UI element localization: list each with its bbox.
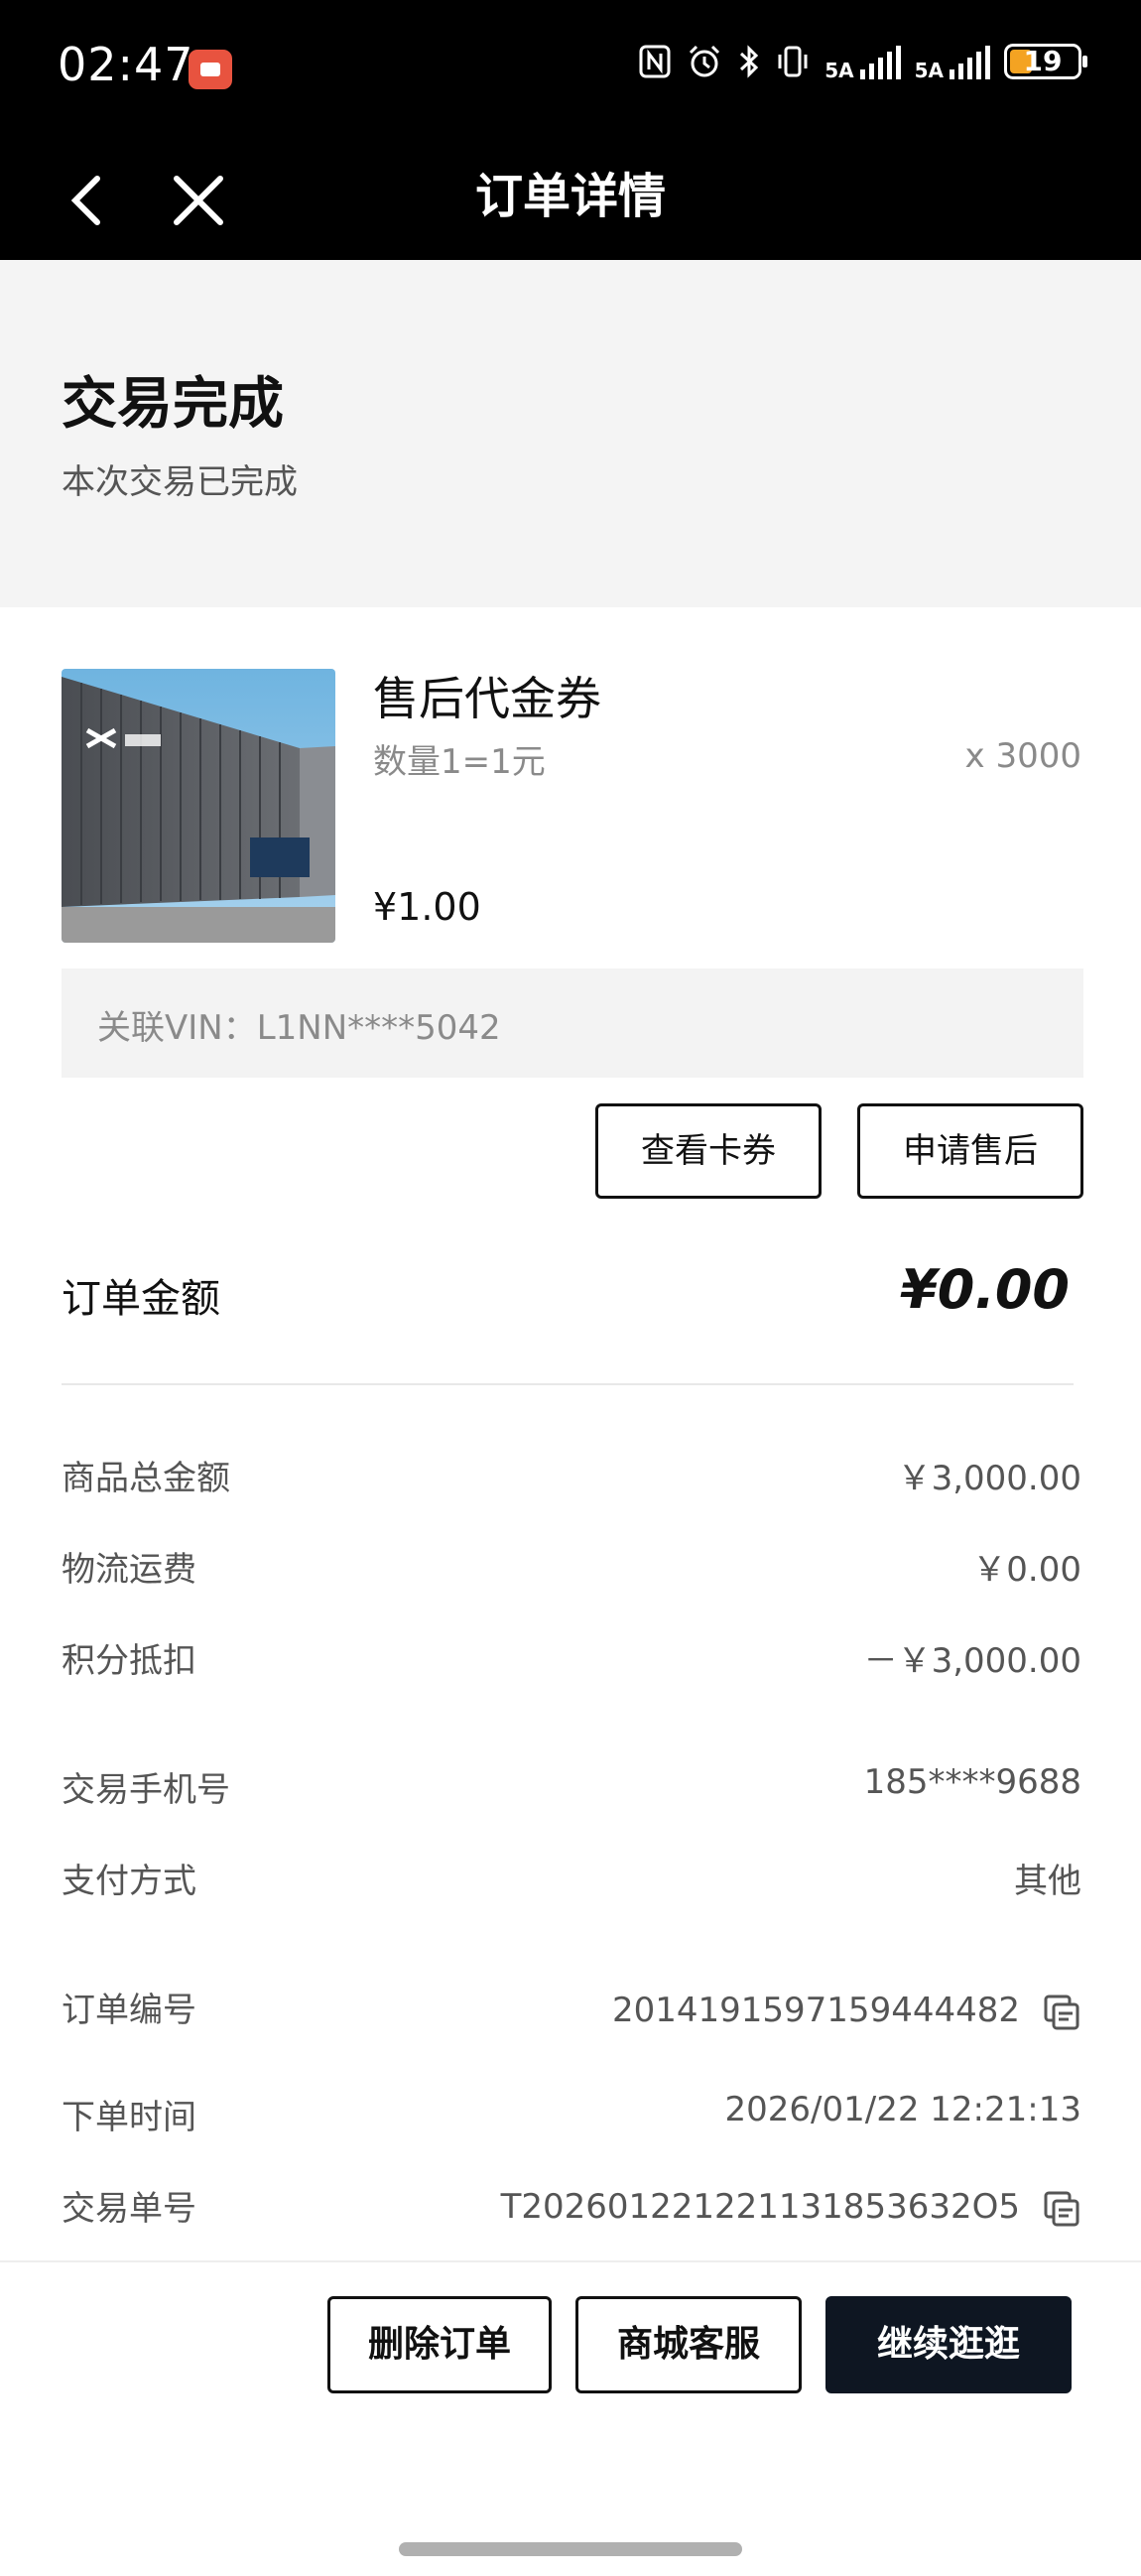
product-spec: 数量1=1元 <box>373 742 546 782</box>
product-name: 售后代金券 <box>373 672 601 725</box>
page-title: 订单详情 <box>474 169 666 224</box>
phone-label: 交易手机号 <box>62 1770 230 1810</box>
subtotal-value: ￥3,000.00 <box>897 1459 1081 1498</box>
order-number-label: 订单编号 <box>62 1991 196 2030</box>
signal-icon: 5A <box>824 44 901 80</box>
order-status-subtitle: 本次交易已完成 <box>62 462 298 502</box>
vin-text: 关联VIN：L1NN****5042 <box>97 1008 501 1048</box>
product-price: ¥1.00 <box>373 885 481 929</box>
screen-record-icon <box>189 50 232 89</box>
order-number-value: 2014191597159444482 <box>611 1991 1020 2030</box>
continue-shopping-button[interactable]: 继续逛逛 <box>825 2296 1072 2393</box>
shipping-value: ￥0.00 <box>972 1550 1081 1590</box>
alarm-icon <box>690 45 720 77</box>
order-status-title: 交易完成 <box>62 372 284 437</box>
order-amount-value: ¥0.00 <box>900 1258 1070 1321</box>
copy-icon[interactable] <box>1042 1993 1081 2032</box>
shipping-label: 物流运费 <box>62 1550 196 1590</box>
signal-icon: 5A <box>915 44 990 80</box>
vin-box: 关联VIN：L1NN****5042 <box>62 968 1083 1078</box>
home-indicator[interactable] <box>399 2542 742 2556</box>
product-photo <box>62 669 335 943</box>
phone-value: 185****9688 <box>863 1762 1081 1802</box>
divider <box>62 1383 1074 1385</box>
order-amount-label: 订单金额 <box>62 1276 220 1322</box>
bluetooth-icon <box>740 45 759 78</box>
product-quantity: x 3000 <box>964 736 1081 776</box>
nfc-icon <box>639 45 671 78</box>
payment-method-label: 支付方式 <box>62 1862 196 1901</box>
apply-after-sale-button[interactable]: 申请售后 <box>857 1103 1083 1199</box>
view-card-button[interactable]: 查看卡券 <box>595 1103 822 1199</box>
copy-icon[interactable] <box>1042 2189 1081 2229</box>
points-deduction-value: －￥3,000.00 <box>863 1641 1081 1681</box>
order-status-section: 交易完成 本次交易已完成 <box>0 260 1141 607</box>
battery-icon: 19 <box>1004 44 1087 79</box>
product-image[interactable] <box>62 669 335 943</box>
bottom-action-bar: 删除订单 商城客服 继续逛逛 <box>0 2260 1141 2576</box>
status-bar: 02:47 5A 5A 19 <box>0 0 1141 139</box>
transaction-number-value: T202601221221131853632O5 <box>500 2187 1020 2227</box>
status-icons: 5A 5A 19 <box>638 44 1087 80</box>
status-time: 02:47 <box>58 38 194 91</box>
nav-bar: 订单详情 <box>0 139 1141 260</box>
subtotal-label: 商品总金额 <box>62 1459 230 1498</box>
customer-service-button[interactable]: 商城客服 <box>575 2296 802 2393</box>
transaction-number-label: 交易单号 <box>62 2189 196 2229</box>
points-deduction-label: 积分抵扣 <box>62 1641 196 1681</box>
order-time-label: 下单时间 <box>62 2098 196 2137</box>
delete-order-button[interactable]: 删除订单 <box>327 2296 552 2393</box>
vibrate-icon <box>778 46 808 77</box>
payment-method-value: 其他 <box>1014 1862 1081 1901</box>
order-time-value: 2026/01/22 12:21:13 <box>724 2090 1081 2129</box>
